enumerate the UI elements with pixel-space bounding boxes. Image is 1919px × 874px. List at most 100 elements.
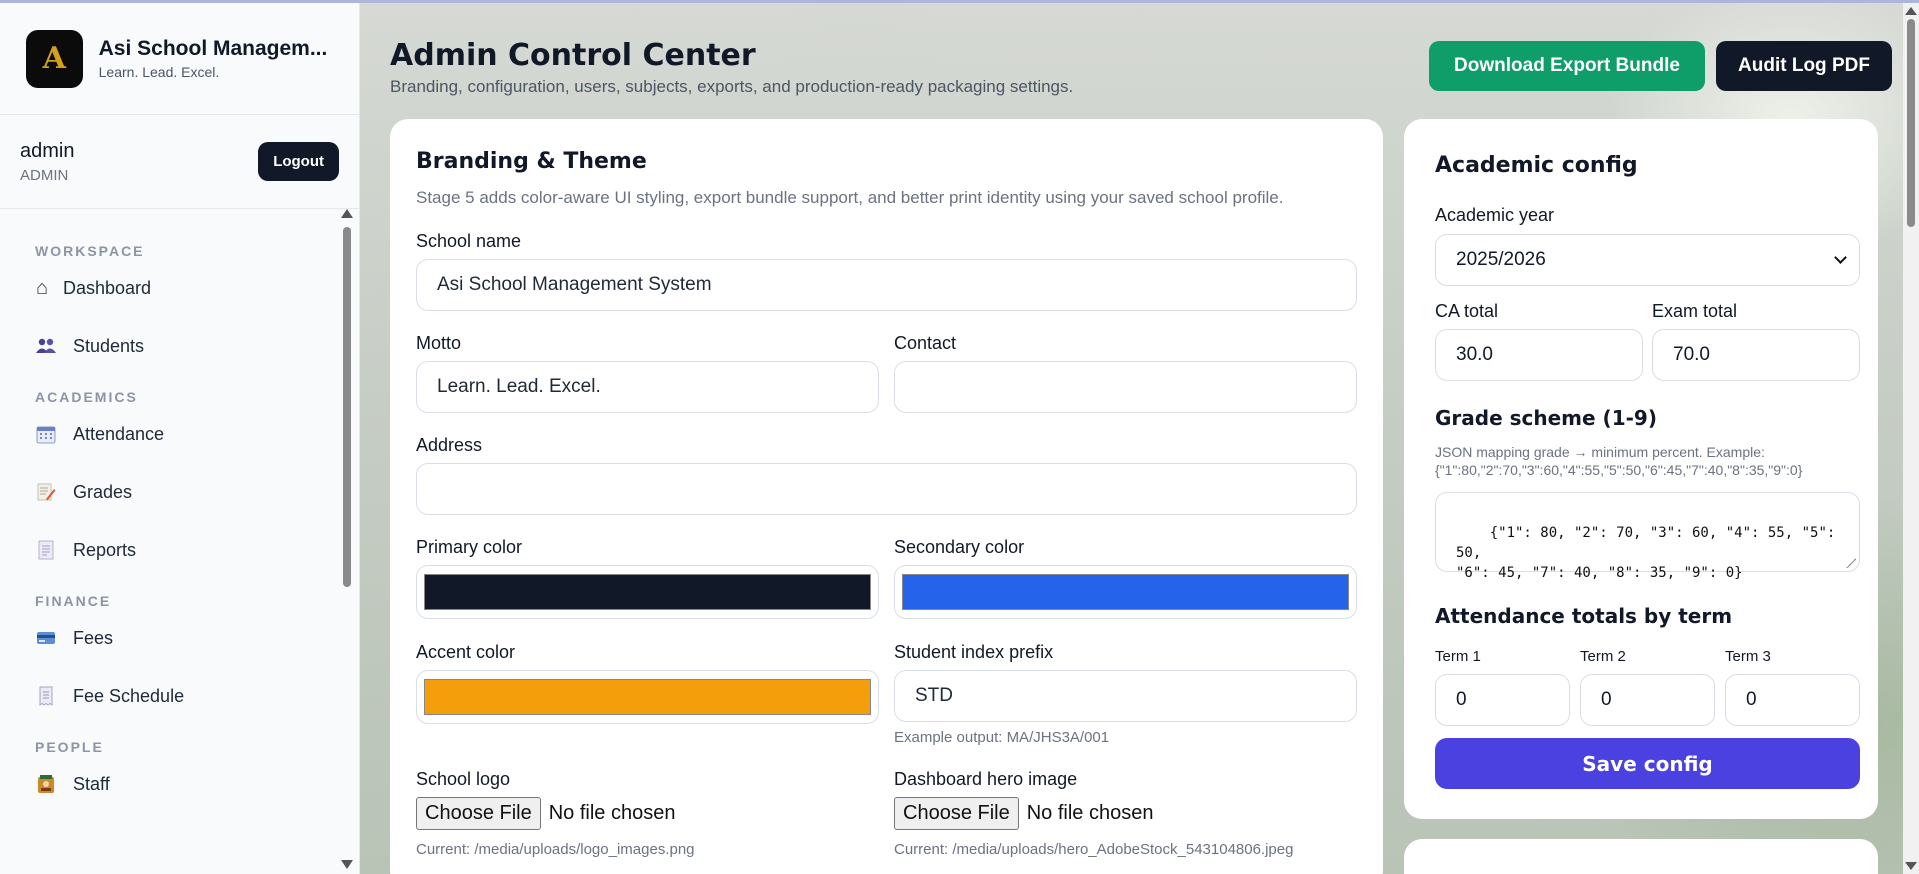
accent-color-label: Accent color bbox=[416, 642, 516, 662]
term3-label: Term 3 bbox=[1725, 648, 1771, 665]
academic-year-select[interactable]: 2025/2026 bbox=[1435, 234, 1860, 286]
staff-icon bbox=[35, 773, 57, 795]
page-scrollbar[interactable] bbox=[1903, 3, 1919, 874]
primary-color-swatch bbox=[424, 574, 871, 610]
scroll-up-arrow-icon[interactable] bbox=[341, 209, 353, 218]
term2-input[interactable]: 0 bbox=[1580, 674, 1715, 726]
school-name-label: School name bbox=[416, 231, 522, 251]
choose-hero-file-button[interactable]: Choose File bbox=[894, 797, 1019, 830]
sidebar-item-students[interactable]: Students bbox=[35, 331, 359, 361]
logo-current: Current: /media/uploads/logo_images.png bbox=[416, 841, 695, 858]
logo-no-file-text: No file chosen bbox=[548, 802, 676, 824]
memo-icon bbox=[35, 481, 57, 503]
secondary-color-swatch bbox=[902, 574, 1349, 610]
nav-section-finance: FINANCE bbox=[35, 593, 112, 609]
nav-section-workspace: WORKSPACE bbox=[35, 243, 145, 259]
contact-label: Contact bbox=[894, 333, 957, 353]
term1-label: Term 1 bbox=[1435, 648, 1481, 665]
brand-motto: Learn. Lead. Excel. bbox=[98, 64, 220, 80]
attendance-totals-heading: Attendance totals by term bbox=[1435, 604, 1733, 628]
branding-description: Stage 5 adds color-aware UI styling, exp… bbox=[416, 188, 1284, 207]
secondary-color-label: Secondary color bbox=[894, 537, 1025, 557]
index-prefix-hint: Example output: MA/JHS3A/001 bbox=[894, 729, 1110, 746]
sidebar: A Asi School Managem... Learn. Lead. Exc… bbox=[0, 3, 360, 874]
grade-scheme-textarea[interactable]: {"1": 80, "2": 70, "3": 60, "4": 55, "5"… bbox=[1435, 492, 1860, 581]
exam-total-input[interactable]: 70.0 bbox=[1652, 329, 1860, 381]
accent-color-picker[interactable] bbox=[416, 670, 879, 724]
address-input[interactable] bbox=[416, 463, 1357, 515]
user-name: admin bbox=[20, 139, 75, 162]
ca-total-label: CA total bbox=[1435, 301, 1499, 321]
receipt-icon bbox=[35, 685, 57, 707]
sidebar-item-dashboard[interactable]: ⌂ Dashboard bbox=[35, 273, 359, 303]
branding-card: Branding & Theme Stage 5 adds color-awar… bbox=[390, 119, 1383, 874]
branding-title: Branding & Theme bbox=[416, 149, 647, 174]
term3-input[interactable]: 0 bbox=[1725, 674, 1860, 726]
brand-block: A Asi School Managem... Learn. Lead. Exc… bbox=[0, 3, 359, 115]
page-title: Admin Control Center bbox=[390, 38, 756, 73]
window-top-border bbox=[0, 0, 1919, 3]
school-logo-file-input: Choose File No file chosen bbox=[416, 797, 675, 830]
school-logo-label: School logo bbox=[416, 769, 511, 789]
logout-button[interactable]: Logout bbox=[258, 142, 339, 181]
sidebar-item-fees[interactable]: Fees bbox=[35, 623, 359, 653]
sidebar-nav: WORKSPACE ⌂ Dashboard Students ACADEMICS… bbox=[0, 209, 359, 874]
student-index-prefix-label: Student index prefix bbox=[894, 642, 1054, 662]
academic-year-label: Academic year bbox=[1435, 205, 1555, 225]
accent-color-swatch bbox=[424, 679, 871, 715]
motto-input[interactable]: Learn. Lead. Excel. bbox=[416, 361, 879, 413]
sidebar-item-attendance[interactable]: Attendance bbox=[35, 419, 359, 449]
next-card bbox=[1404, 839, 1878, 874]
exam-total-label: Exam total bbox=[1652, 301, 1738, 321]
students-icon bbox=[35, 335, 57, 357]
sidebar-item-grades[interactable]: Grades bbox=[35, 477, 359, 507]
user-role: ADMIN bbox=[20, 166, 69, 184]
save-config-button[interactable]: Save config bbox=[1435, 738, 1860, 789]
contact-input[interactable] bbox=[894, 361, 1357, 413]
primary-color-picker[interactable] bbox=[416, 565, 879, 619]
hero-current-link[interactable]: /media/uploads/hero_AdobeStock_543104806… bbox=[952, 841, 1293, 858]
sidebar-scrollbar[interactable] bbox=[341, 209, 353, 869]
nav-section-academics: ACADEMICS bbox=[35, 389, 138, 405]
nav-section-people: PEOPLE bbox=[35, 739, 104, 755]
school-logo: A bbox=[26, 29, 83, 88]
page-scroll-thumb[interactable] bbox=[1907, 19, 1915, 227]
download-export-bundle-button[interactable]: Download Export Bundle bbox=[1429, 41, 1705, 91]
motto-label: Motto bbox=[416, 333, 462, 353]
grade-scheme-hint: JSON mapping grade → minimum percent. Ex… bbox=[1435, 444, 1803, 478]
academic-config-card: Academic config Academic year 2025/2026 … bbox=[1404, 119, 1878, 819]
sidebar-scroll-thumb[interactable] bbox=[343, 227, 351, 587]
logo-current-link[interactable]: /media/uploads/logo_images.png bbox=[474, 841, 694, 858]
sidebar-item-fee-schedule[interactable]: Fee Schedule bbox=[35, 681, 359, 711]
term2-label: Term 2 bbox=[1580, 648, 1626, 665]
audit-log-pdf-button[interactable]: Audit Log PDF bbox=[1716, 41, 1892, 91]
academic-config-title: Academic config bbox=[1435, 153, 1638, 178]
ca-total-input[interactable]: 30.0 bbox=[1435, 329, 1643, 381]
hero-image-label: Dashboard hero image bbox=[894, 769, 1078, 789]
hero-no-file-text: No file chosen bbox=[1026, 802, 1154, 824]
home-icon: ⌂ bbox=[35, 276, 49, 299]
choose-logo-file-button[interactable]: Choose File bbox=[416, 797, 541, 830]
school-name-input[interactable]: Asi School Management System bbox=[416, 259, 1357, 311]
brand-name: Asi School Managem... bbox=[98, 37, 328, 60]
page-subtitle: Branding, configuration, users, subjects… bbox=[390, 77, 1074, 96]
address-label: Address bbox=[416, 435, 483, 455]
sidebar-item-staff[interactable]: Staff bbox=[35, 769, 359, 799]
chevron-down-icon bbox=[1834, 251, 1847, 264]
credit-card-icon bbox=[35, 627, 57, 649]
user-panel: admin ADMIN Logout bbox=[0, 115, 359, 209]
primary-color-label: Primary color bbox=[416, 537, 523, 557]
page-scroll-up-icon[interactable] bbox=[1905, 7, 1917, 15]
hero-image-file-input: Choose File No file chosen bbox=[894, 797, 1153, 830]
term1-input[interactable]: 0 bbox=[1435, 674, 1570, 726]
scroll-down-arrow-icon[interactable] bbox=[341, 860, 353, 869]
sidebar-item-reports[interactable]: Reports bbox=[35, 535, 359, 565]
document-icon bbox=[35, 539, 57, 561]
grade-scheme-heading: Grade scheme (1-9) bbox=[1435, 406, 1657, 430]
calendar-icon bbox=[35, 423, 57, 445]
student-index-prefix-input[interactable]: STD bbox=[894, 670, 1357, 722]
page-scroll-down-icon[interactable] bbox=[1905, 862, 1917, 870]
secondary-color-picker[interactable] bbox=[894, 565, 1357, 619]
hero-current: Current: /media/uploads/hero_AdobeStock_… bbox=[894, 841, 1294, 858]
resize-handle-icon[interactable] bbox=[1846, 558, 1856, 568]
